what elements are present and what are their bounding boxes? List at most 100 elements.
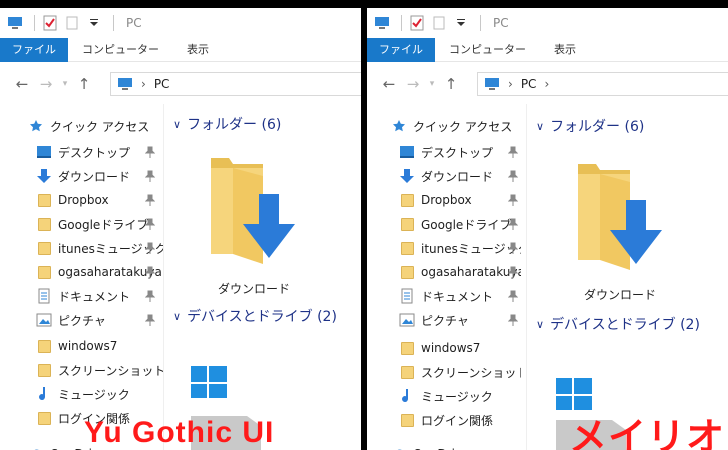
- pin-icon[interactable]: [144, 170, 156, 182]
- tab-file[interactable]: ファイル: [0, 37, 68, 62]
- recent-dropdown-icon[interactable]: ▾: [58, 79, 72, 89]
- sidebar-item[interactable]: クイック アクセス: [367, 114, 526, 138]
- sidebar-item[interactable]: windows7: [367, 336, 526, 360]
- sidebar-item[interactable]: ダウンロード: [367, 164, 526, 188]
- breadcrumb-chevron-icon[interactable]: ›: [544, 77, 549, 91]
- new-folder-icon[interactable]: [63, 14, 81, 32]
- up-arrow-icon[interactable]: ↑: [439, 75, 463, 93]
- group-header-folders[interactable]: ∨ フォルダー (6): [536, 116, 644, 136]
- sidebar-item[interactable]: ドキュメント: [367, 284, 526, 308]
- pc-icon[interactable]: [6, 14, 24, 32]
- sidebar-item[interactable]: ピクチャ: [367, 308, 526, 332]
- pin-icon[interactable]: [507, 194, 519, 206]
- pin-icon[interactable]: [144, 242, 156, 254]
- pin-icon-wrap[interactable]: [144, 218, 156, 230]
- group-header-devices[interactable]: ∨ デバイスとドライブ (2): [173, 306, 337, 326]
- sidebar-item-label: ドキュメント: [58, 289, 131, 304]
- sidebar-item[interactable]: ミュージック: [0, 382, 163, 406]
- pin-icon[interactable]: [507, 146, 519, 158]
- properties-icon[interactable]: [41, 14, 59, 32]
- pin-icon[interactable]: [144, 146, 156, 158]
- document-icon: [399, 288, 415, 304]
- sidebar-item[interactable]: Googleドライブ: [367, 212, 526, 236]
- group-header-folders[interactable]: ∨ フォルダー (6): [173, 114, 281, 134]
- pin-icon[interactable]: [144, 290, 156, 302]
- sidebar-item[interactable]: ダウンロード: [0, 164, 163, 188]
- breadcrumb-pc[interactable]: PC: [521, 77, 537, 91]
- sidebar-item[interactable]: ピクチャ: [0, 308, 163, 332]
- customize-dropdown-icon[interactable]: [85, 14, 103, 32]
- sidebar-item[interactable]: スクリーンショット: [0, 358, 163, 382]
- sidebar-item[interactable]: itunesミュージック: [0, 236, 163, 260]
- forward-arrow-icon[interactable]: →: [34, 75, 58, 93]
- pin-icon-wrap[interactable]: [507, 242, 519, 254]
- pin-icon[interactable]: [144, 194, 156, 206]
- tab-file[interactable]: ファイル: [367, 37, 435, 62]
- address-bar[interactable]: › PC: [110, 72, 361, 96]
- customize-dropdown-icon[interactable]: [452, 14, 470, 32]
- pin-icon-wrap[interactable]: [144, 290, 156, 302]
- download-folder-item[interactable]: [570, 160, 662, 284]
- sidebar-item[interactable]: ミュージック: [367, 384, 526, 408]
- pin-icon-wrap[interactable]: [144, 170, 156, 182]
- collapse-chevron-icon[interactable]: ∨: [536, 318, 544, 331]
- pin-icon-wrap[interactable]: [144, 314, 156, 326]
- group-header-devices[interactable]: ∨ デバイスとドライブ (2): [536, 314, 700, 334]
- sidebar-item[interactable]: Dropbox: [0, 188, 163, 212]
- back-arrow-icon[interactable]: ←: [377, 75, 401, 93]
- back-arrow-icon[interactable]: ←: [10, 75, 34, 93]
- tab-view[interactable]: 表示: [540, 38, 590, 62]
- pin-icon-wrap[interactable]: [507, 146, 519, 158]
- sidebar-item[interactable]: ogasaharatakuya: [0, 260, 163, 284]
- breadcrumb-chevron-icon[interactable]: ›: [508, 77, 513, 91]
- properties-icon[interactable]: [408, 14, 426, 32]
- tab-view[interactable]: 表示: [173, 38, 223, 62]
- pin-icon[interactable]: [144, 218, 156, 230]
- pin-icon-wrap[interactable]: [507, 194, 519, 206]
- pin-icon[interactable]: [507, 266, 519, 278]
- pin-icon[interactable]: [507, 218, 519, 230]
- pin-icon-wrap[interactable]: [507, 266, 519, 278]
- pin-icon-wrap[interactable]: [507, 290, 519, 302]
- sidebar-item[interactable]: itunesミュージック: [367, 236, 526, 260]
- sidebar-item[interactable]: ドキュメント: [0, 284, 163, 308]
- sidebar-item[interactable]: デスクトップ: [367, 140, 526, 164]
- collapse-chevron-icon[interactable]: ∨: [173, 310, 181, 323]
- pin-icon-wrap[interactable]: [144, 266, 156, 278]
- sidebar-item[interactable]: Googleドライブ: [0, 212, 163, 236]
- pin-icon-wrap[interactable]: [144, 242, 156, 254]
- collapse-chevron-icon[interactable]: ∨: [173, 118, 181, 131]
- pin-icon-wrap[interactable]: [507, 218, 519, 230]
- pin-icon-wrap[interactable]: [144, 146, 156, 158]
- recent-dropdown-icon[interactable]: ▾: [425, 79, 439, 89]
- sidebar-item[interactable]: スクリーンショット: [367, 360, 526, 384]
- sidebar-item[interactable]: OneDrive: [367, 442, 526, 450]
- pin-icon-wrap[interactable]: [507, 170, 519, 182]
- pc-icon[interactable]: [373, 14, 391, 32]
- download-folder-item[interactable]: [203, 154, 295, 278]
- tab-computer[interactable]: コンピューター: [435, 38, 540, 62]
- document-icon: [36, 288, 52, 304]
- collapse-chevron-icon[interactable]: ∨: [536, 120, 544, 133]
- new-folder-icon[interactable]: [430, 14, 448, 32]
- sidebar-item[interactable]: ログイン関係: [367, 408, 526, 432]
- pin-icon[interactable]: [507, 314, 519, 326]
- sidebar-item[interactable]: デスクトップ: [0, 140, 163, 164]
- sidebar-item[interactable]: ogasaharatakuya: [367, 260, 526, 284]
- pin-icon[interactable]: [507, 170, 519, 182]
- pin-icon[interactable]: [144, 314, 156, 326]
- pin-icon-wrap[interactable]: [507, 314, 519, 326]
- pin-icon[interactable]: [507, 290, 519, 302]
- pin-icon[interactable]: [507, 242, 519, 254]
- breadcrumb-pc[interactable]: PC: [154, 77, 170, 91]
- sidebar-item[interactable]: Dropbox: [367, 188, 526, 212]
- address-bar[interactable]: › PC ›: [477, 72, 728, 96]
- pin-icon-wrap[interactable]: [144, 194, 156, 206]
- sidebar-item[interactable]: windows7: [0, 334, 163, 358]
- forward-arrow-icon[interactable]: →: [401, 75, 425, 93]
- pin-icon[interactable]: [144, 266, 156, 278]
- tab-computer[interactable]: コンピューター: [68, 38, 173, 62]
- breadcrumb-chevron-icon[interactable]: ›: [141, 77, 146, 91]
- up-arrow-icon[interactable]: ↑: [72, 75, 96, 93]
- sidebar-item[interactable]: クイック アクセス: [0, 114, 163, 138]
